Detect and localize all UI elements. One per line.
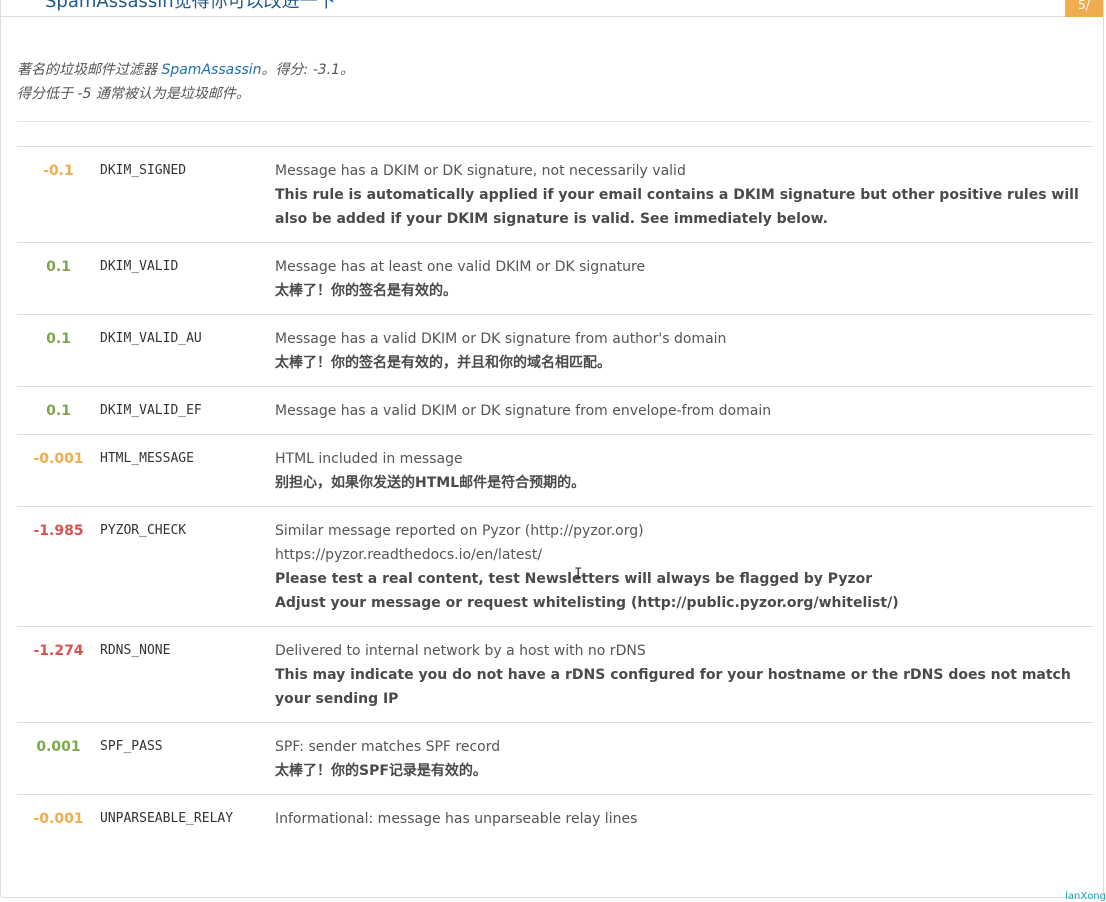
rules-table: -0.1 DKIM_SIGNED Message has a DKIM or DK … [17, 146, 1093, 842]
rule-score: -0.1 [43, 163, 74, 179]
rule-note: 太棒了！你的签名是有效的。 [275, 283, 457, 299]
spamassassin-summary: 著名的垃圾邮件过滤器 SpamAssassin。得分: -3.1。 得分低于 -… [17, 58, 354, 106]
rule-name: RDNS_NONE [100, 643, 171, 658]
rule-score: -0.001 [33, 811, 84, 827]
rule-note: 太棒了！你的SPF记录是有效的。 [275, 763, 487, 779]
rule-score: -1.274 [33, 643, 84, 659]
panel-heading[interactable]: SpamAssassin觉得你可以改进一下 5/ [1, 0, 1103, 17]
rule-description-text: HTML included in message [275, 451, 463, 467]
rule-description-text: Message has a valid DKIM or DK signature… [275, 403, 772, 419]
rule-name: DKIM_VALID [100, 259, 179, 274]
rule-score: -1.985 [33, 523, 84, 539]
rule-row: -0.1 DKIM_SIGNED Message has a DKIM or DK … [17, 146, 1093, 243]
panel-title: SpamAssassin觉得你可以改进一下 [45, 0, 336, 12]
rule-score: -0.001 [33, 451, 84, 467]
rule-name: DKIM_VALID_AU [100, 331, 202, 346]
rule-description: Similar message reported on Pyzor (http:… [275, 507, 1093, 627]
rule-description: Message has a valid DKIM or DK signature… [275, 387, 1093, 435]
summary-line-2: 得分低于 -5 通常被认为是垃圾邮件。 [17, 86, 250, 102]
rule-row: -1.274 RDNS_NONE Delivered to internal net… [17, 626, 1093, 723]
watermark: lanXong [1065, 891, 1106, 902]
rule-description: SPF: sender matches SPF record 太棒了！你的SPF记… [275, 723, 1093, 795]
rule-note: 太棒了！你的签名是有效的，并且和你的域名相匹配。 [275, 355, 611, 371]
rule-description: Informational: message has unparseable r… [275, 795, 1093, 843]
rule-description-text: Message has a DKIM or DK signature, not … [275, 163, 686, 179]
score-badge: 5/ [1065, 0, 1103, 17]
rule-note: Please test a real content, test Newslet… [275, 571, 873, 587]
rule-row: 0.001 SPF_PASS SPF: sender matches SPF rec… [17, 722, 1093, 795]
rule-description-text: SPF: sender matches SPF record [275, 739, 501, 755]
rule-name: SPF_PASS [100, 739, 163, 754]
rule-description-text: Message has a valid DKIM or DK signature… [275, 331, 727, 347]
rule-row: -1.985 PYZOR_CHECK Similar message reporte… [17, 506, 1093, 627]
rule-note: This may indicate you do not have a rDNS… [275, 667, 1071, 707]
rule-description: Message has a DKIM or DK signature, not … [275, 147, 1093, 243]
rule-note: 别担心，如果你发送的HTML邮件是符合预期的。 [275, 475, 586, 491]
rule-note: Adjust your message or request whitelist… [275, 595, 899, 611]
rule-description-text: Message has at least one valid DKIM or D… [275, 259, 646, 275]
spamassassin-link[interactable]: SpamAssassin [161, 62, 261, 78]
rule-score: 0.001 [36, 739, 81, 755]
rule-row: -0.001 UNPARSEABLE_RELAY Informational: me… [17, 794, 1093, 843]
rule-reference-link[interactable]: https://pyzor.readthedocs.io/en/latest/ [275, 543, 1093, 567]
rule-name: HTML_MESSAGE [100, 451, 194, 466]
rule-description: Message has at least one valid DKIM or D… [275, 243, 1093, 315]
rule-description: Message has a valid DKIM or DK signature… [275, 315, 1093, 387]
rule-description-text: Informational: message has unparseable r… [275, 811, 638, 827]
rule-name: PYZOR_CHECK [100, 523, 187, 538]
summary-line-1: 著名的垃圾邮件过滤器 SpamAssassin。得分: -3.1。 [17, 62, 355, 78]
rule-row: -0.001 HTML_MESSAGE HTML included in messa… [17, 434, 1093, 507]
rule-row: 0.1 DKIM_VALID_EF Message has a valid DKIM… [17, 386, 1093, 435]
rule-row: 0.1 DKIM_VALID_AU Message has a valid DKIM… [17, 314, 1093, 387]
text-cursor-icon: I [574, 566, 583, 582]
rule-note: This rule is automatically applied if yo… [275, 187, 1079, 227]
rule-name: DKIM_VALID_EF [100, 403, 202, 418]
rule-score: 0.1 [46, 259, 71, 275]
rule-name: DKIM_SIGNED [100, 163, 187, 178]
rule-row: 0.1 DKIM_VALID Message has at least one va… [17, 242, 1093, 315]
divider [17, 121, 1092, 122]
rule-name: UNPARSEABLE_RELAY [100, 811, 234, 826]
rule-score: 0.1 [46, 403, 71, 419]
rule-description-text: Delivered to internal network by a host … [275, 643, 646, 659]
rule-score: 0.1 [46, 331, 71, 347]
rule-description: HTML included in message 别担心，如果你发送的HTML邮件… [275, 435, 1093, 507]
rule-description: Delivered to internal network by a host … [275, 627, 1093, 723]
rule-description-text: Similar message reported on Pyzor (http:… [275, 523, 644, 539]
